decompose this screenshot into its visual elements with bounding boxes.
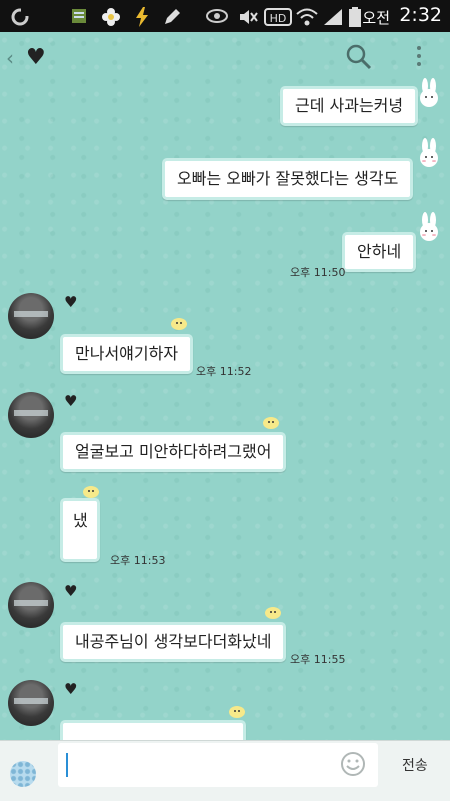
message-time: 오후 11:55 (290, 653, 346, 666)
message-bubble-sent[interactable]: 안하네 (342, 232, 417, 272)
bunny-sticker-icon (420, 138, 438, 167)
send-button[interactable]: 전송 (402, 755, 428, 775)
message-bubble-sent[interactable]: 근데 사과는커녕 (280, 86, 419, 126)
emoji-icon[interactable] (340, 751, 366, 777)
message-bubble-received[interactable] (60, 720, 246, 740)
hd-icon: HD (264, 7, 292, 26)
heart-icon: ♥ (64, 582, 78, 600)
flower-icon (101, 7, 121, 26)
mute-icon (238, 7, 258, 25)
wifi-icon (296, 7, 318, 26)
chick-sticker-icon (265, 607, 281, 619)
chat-header: ‹ ♥ (0, 32, 450, 84)
clock-time: 2:32 (399, 4, 442, 26)
message-bubble-sent[interactable]: 오빠는 오빠가 잘못했다는 생각도 (162, 158, 414, 200)
heart-icon: ♥ (64, 680, 78, 698)
bunny-sticker-icon (420, 212, 438, 241)
chick-sticker-icon (83, 486, 99, 498)
battery-icon (348, 7, 362, 27)
avatar[interactable] (8, 582, 54, 628)
text-caret (66, 753, 68, 777)
message-time: 오후 11:50 (290, 266, 346, 279)
clock-ampm: 오전 (362, 9, 390, 27)
search-icon[interactable] (346, 44, 372, 70)
avatar[interactable] (8, 293, 54, 339)
heart-icon: ♥ (64, 392, 78, 410)
message-bubble-received[interactable]: 내공주님이 생각보다더화났네 (60, 622, 287, 662)
chick-sticker-icon (263, 417, 279, 429)
message-input[interactable] (58, 743, 378, 787)
chick-sticker-icon (229, 706, 245, 718)
message-bubble-received[interactable]: 얼굴보고 미안하다하려그랬어 (60, 432, 287, 472)
chevron-left-icon[interactable]: ‹ (6, 46, 14, 70)
bolt-icon (134, 7, 150, 27)
refresh-icon (10, 7, 30, 26)
message-bubble-received[interactable]: 냈 (60, 498, 100, 562)
message-bubble-received[interactable]: 만나서얘기하자 (60, 334, 194, 374)
svg-text:HD: HD (270, 12, 287, 25)
avatar[interactable] (8, 680, 54, 726)
heart-icon: ♥ (26, 45, 46, 70)
chick-sticker-icon (171, 318, 187, 330)
message-input-bar: 전송 (0, 740, 450, 801)
status-bar: HD 오전 2:32 (0, 0, 450, 32)
pencil-icon (162, 7, 182, 25)
message-time: 오후 11:53 (110, 554, 166, 567)
heart-icon: ♥ (64, 293, 78, 311)
attach-icon[interactable] (10, 761, 36, 787)
message-time: 오후 11:52 (196, 365, 252, 378)
avatar[interactable] (8, 392, 54, 438)
more-vertical-icon[interactable] (416, 46, 422, 68)
signal-icon (322, 7, 344, 25)
eye-icon (206, 7, 228, 25)
notes-icon (70, 7, 88, 25)
bunny-sticker-icon (420, 78, 438, 107)
